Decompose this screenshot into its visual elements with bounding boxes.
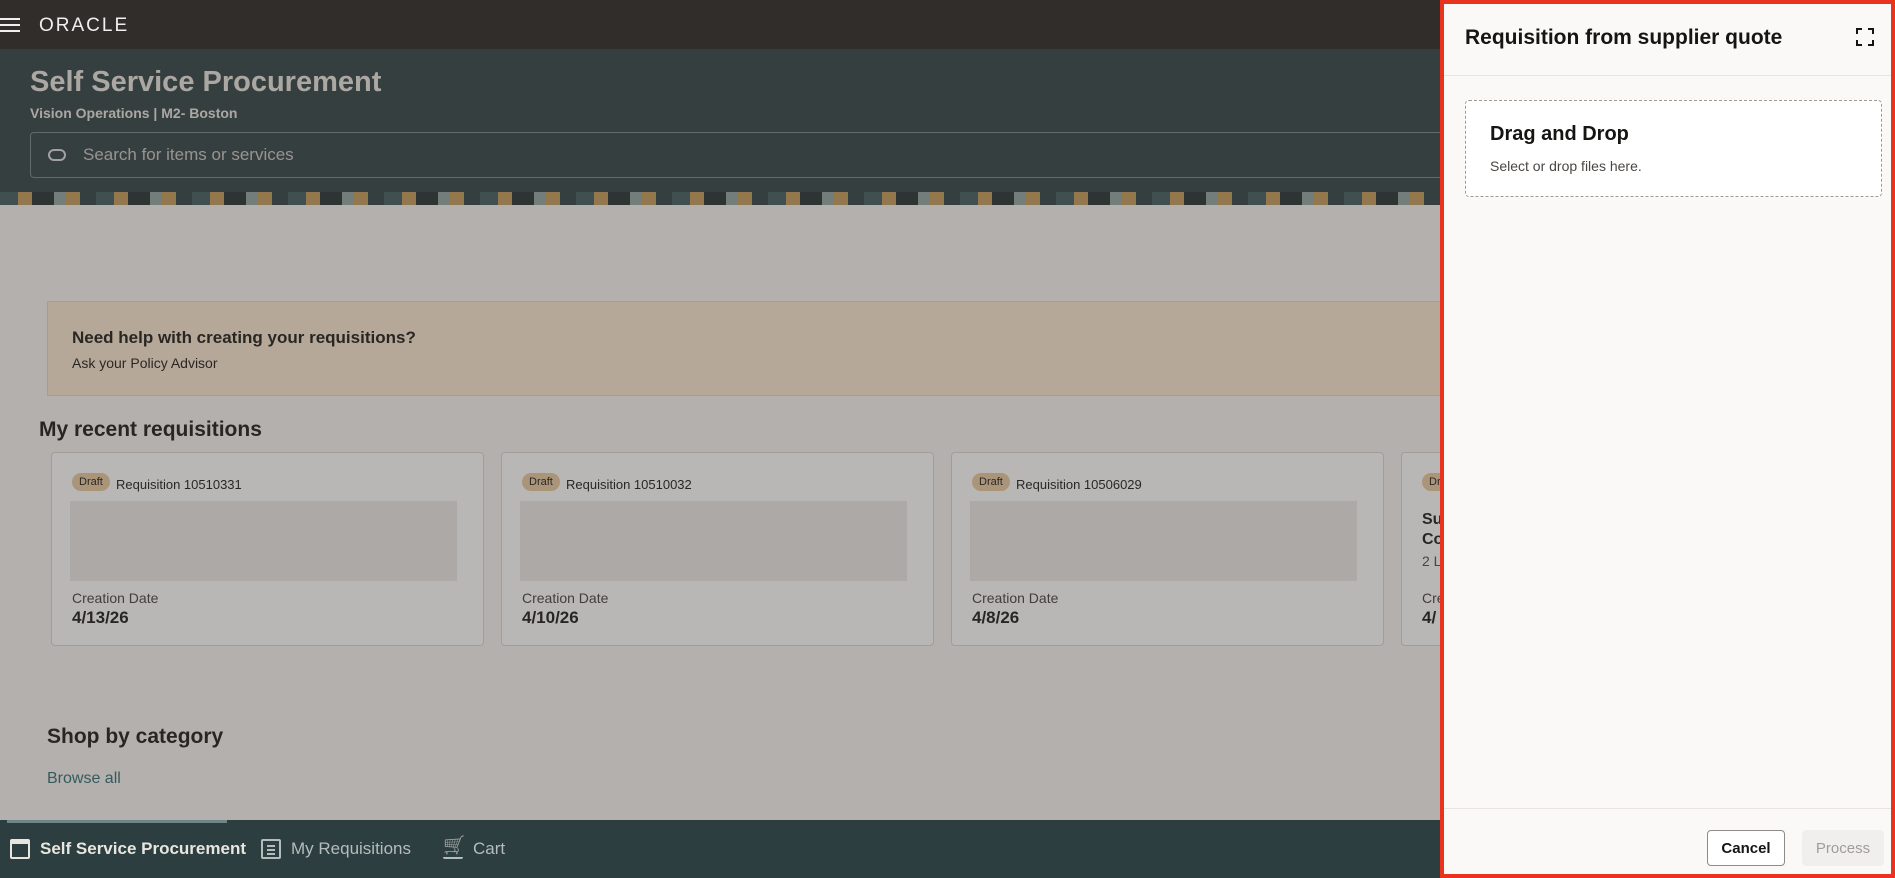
nav-label: Cart [473,839,506,858]
menu-icon[interactable] [0,14,22,34]
bottom-navigation: Self Service Procurement My Requisitions… [0,820,1440,878]
store-icon [10,839,30,859]
dropzone-hint: Select or drop files here. [1490,158,1642,174]
supplier-quote-drawer: Requisition from supplier quote Drag and… [1440,0,1895,878]
nav-my-requisitions[interactable]: My Requisitions [261,820,411,878]
clipboard-icon [261,839,281,859]
modal-backdrop[interactable] [0,49,1440,820]
divider [1444,808,1891,809]
process-button[interactable]: Process [1802,830,1884,866]
expand-icon[interactable] [1856,28,1874,46]
nav-self-service-procurement[interactable]: Self Service Procurement [10,820,246,878]
cancel-button[interactable]: Cancel [1707,830,1785,866]
cart-icon [443,839,463,859]
nav-cart[interactable]: Cart [443,820,505,878]
oracle-logo[interactable]: ORACLE [39,15,129,37]
file-dropzone[interactable]: Drag and Drop Select or drop files here. [1465,100,1882,197]
dropzone-title: Drag and Drop [1490,123,1629,145]
drawer-title: Requisition from supplier quote [1465,26,1783,49]
divider [1444,75,1891,76]
nav-label: My Requisitions [291,839,411,858]
nav-label: Self Service Procurement [40,839,246,858]
